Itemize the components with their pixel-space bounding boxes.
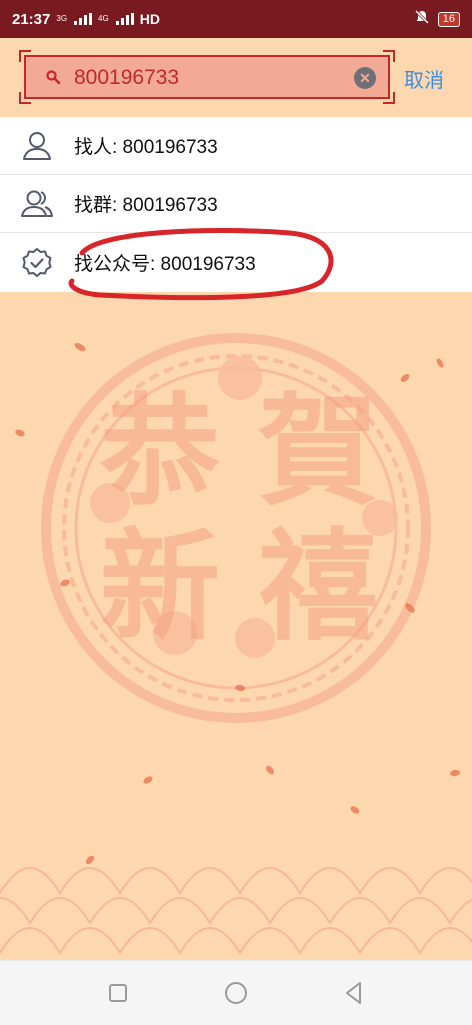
person-icon (23, 131, 51, 160)
home-icon[interactable] (222, 979, 250, 1007)
search-header: ✕ 取消 (0, 38, 472, 116)
status-time: 21:37 (12, 10, 51, 28)
frame-corner (19, 92, 31, 104)
seal-char: 賀 (258, 381, 378, 522)
signal-icon-2 (115, 13, 134, 25)
search-input[interactable] (74, 63, 344, 93)
result-find-group[interactable]: 找群: 800196733 (0, 175, 472, 233)
signal-icon (74, 13, 93, 25)
search-icon (46, 70, 61, 85)
navigation-bar (0, 960, 472, 1025)
group-icon (21, 190, 53, 217)
new-year-seal-art: 恭 賀 新 禧 (0, 333, 472, 955)
seal-char: 禧 (258, 516, 378, 657)
network-type-1: 3G (56, 14, 68, 23)
hd-indicator: HD (139, 11, 160, 27)
mute-icon (414, 9, 430, 29)
search-results: 找人: 800196733 找群: 800196733 找公众号: 800196… (0, 117, 472, 292)
network-type-2: 4G (98, 14, 109, 23)
battery-indicator: 16 (437, 11, 460, 27)
result-find-official-account[interactable]: 找公众号: 800196733 (0, 233, 472, 292)
frame-corner (19, 50, 31, 62)
verified-badge-icon (22, 247, 52, 277)
seal-char: 新 (100, 516, 220, 657)
result-find-person[interactable]: 找人: 800196733 (0, 117, 472, 175)
seal-char: 恭 (99, 381, 221, 522)
status-bar: 21:37 3G 4G HD 16 (0, 0, 472, 38)
back-icon[interactable] (340, 979, 368, 1007)
result-label: 找人: 800196733 (74, 137, 218, 158)
recents-icon[interactable] (104, 979, 132, 1007)
clear-icon[interactable]: ✕ (354, 67, 376, 89)
frame-corner (383, 50, 395, 62)
frame-corner (383, 92, 395, 104)
search-box[interactable]: ✕ (19, 50, 395, 104)
result-label: 找公众号: 800196733 (74, 254, 256, 275)
cancel-button[interactable]: 取消 (404, 64, 444, 93)
result-label: 找群: 800196733 (74, 195, 218, 216)
